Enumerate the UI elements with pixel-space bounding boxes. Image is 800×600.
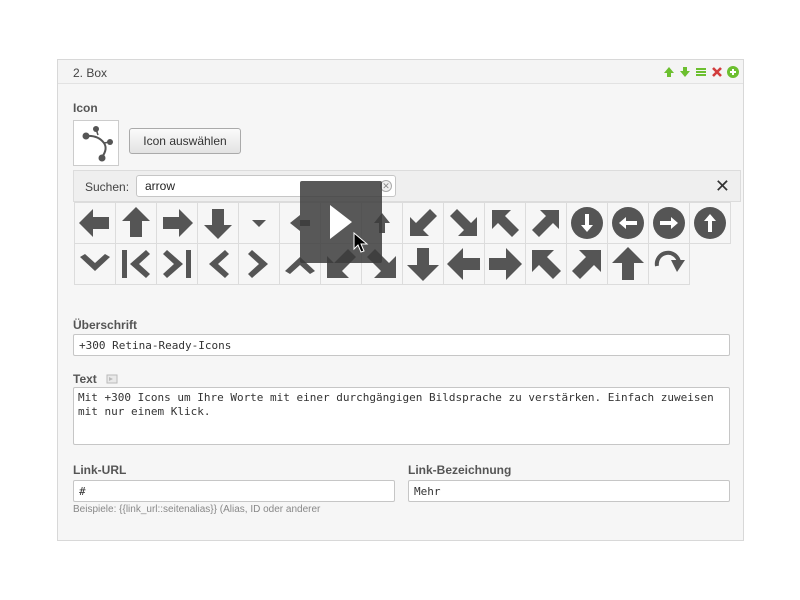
link-url-hint: Beispiele: {{link_url::seitenalias}} (Al… (73, 504, 321, 515)
circle-arrow-down-icon[interactable] (566, 202, 608, 244)
chevron-down-icon[interactable] (74, 243, 116, 285)
move-up-icon[interactable] (662, 65, 676, 79)
mouse-cursor-icon (353, 232, 369, 254)
text-textarea[interactable]: Mit +300 Icons um Ihre Worte mit einer d… (73, 387, 730, 445)
arrow-left-large-icon[interactable] (443, 243, 485, 285)
arrow-down-right-icon[interactable] (443, 202, 485, 244)
icon-search-bar: Suchen: ✕ ✕ (73, 170, 741, 202)
chevron-left-icon[interactable] (197, 243, 239, 285)
circle-arrow-up-icon[interactable] (689, 202, 731, 244)
delete-icon[interactable] (710, 65, 724, 79)
select-icon-button[interactable]: Icon auswählen (129, 128, 241, 154)
close-search-icon[interactable]: ✕ (715, 175, 730, 197)
circle-arrow-right-icon[interactable] (648, 202, 690, 244)
arrow-down-bold-icon[interactable] (197, 202, 239, 244)
play-overlay[interactable] (300, 181, 382, 263)
link-label-input[interactable] (408, 480, 730, 502)
icon-label: Icon (73, 101, 98, 115)
header-actions (662, 65, 740, 79)
headline-label: Überschrift (73, 318, 138, 332)
headline-input[interactable] (73, 334, 730, 356)
panel-header: 2. Box (58, 60, 743, 84)
arrow-up-right-large-icon[interactable] (566, 243, 608, 285)
arrow-up-bold-icon[interactable] (115, 202, 157, 244)
search-label: Suchen: (85, 180, 130, 194)
caret-down-icon[interactable] (238, 202, 280, 244)
add-icon[interactable] (726, 65, 740, 79)
link-url-label: Link-URL (73, 463, 127, 477)
circle-arrow-left-icon[interactable] (607, 202, 649, 244)
arrow-right-bold-icon[interactable] (156, 202, 198, 244)
chevron-right-icon[interactable] (238, 243, 280, 285)
link-url-input[interactable] (73, 480, 395, 502)
arrow-down-large-icon[interactable] (402, 243, 444, 285)
text-label: Text (73, 372, 97, 386)
step-forward-icon[interactable] (156, 243, 198, 285)
bezier-icon (82, 126, 113, 162)
arrow-down-left-icon[interactable] (402, 202, 444, 244)
reorder-icon[interactable] (694, 65, 708, 79)
redo-icon[interactable] (648, 243, 690, 285)
arrow-up-left-icon[interactable] (484, 202, 526, 244)
play-icon (330, 205, 352, 239)
arrow-up-large-icon[interactable] (607, 243, 649, 285)
arrow-left-bold-icon[interactable] (74, 202, 116, 244)
arrow-up-right-icon[interactable] (525, 202, 567, 244)
edit-text-icon[interactable] (106, 373, 118, 384)
arrow-right-large-icon[interactable] (484, 243, 526, 285)
step-backward-icon[interactable] (115, 243, 157, 285)
arrow-up-left-large-icon[interactable] (525, 243, 567, 285)
icon-preview (73, 120, 119, 166)
panel-title: 2. Box (73, 66, 108, 80)
move-down-icon[interactable] (678, 65, 692, 79)
link-label-label: Link-Bezeichnung (408, 463, 512, 477)
content-box-panel: 2. Box Icon Icon auswählen Suchen: ✕ ✕ (57, 59, 744, 541)
